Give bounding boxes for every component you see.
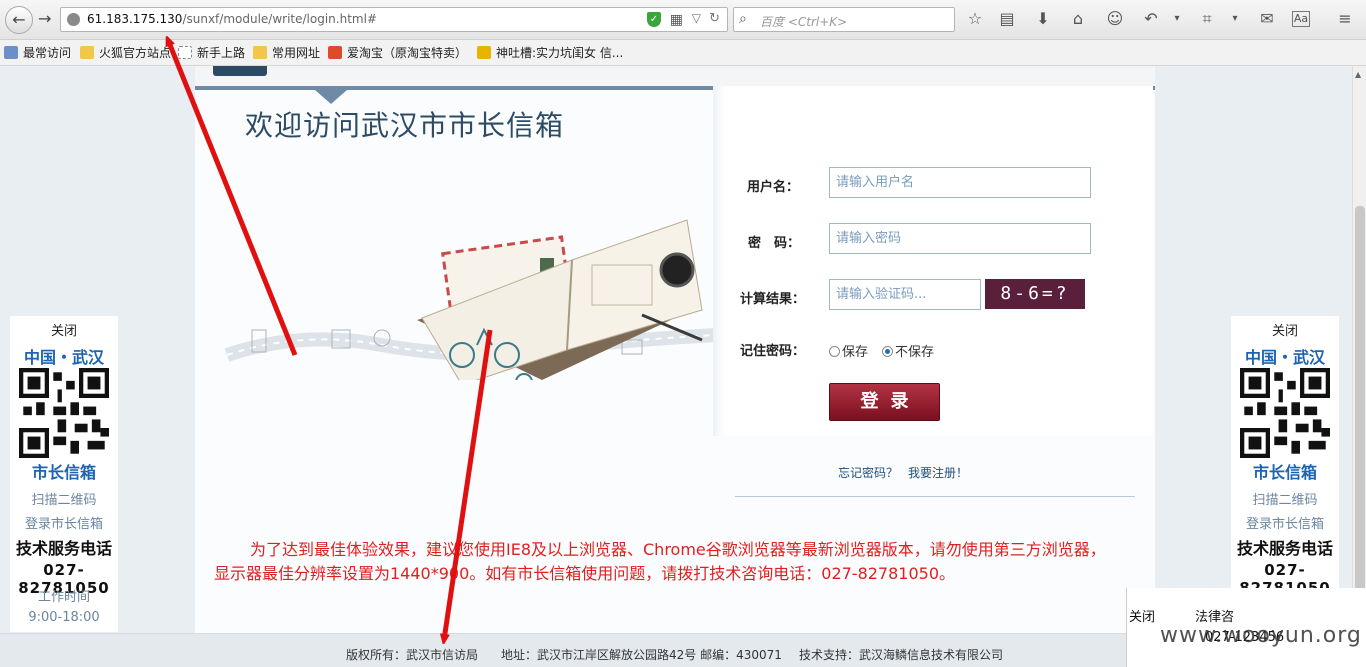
float-tech-label: 技术服务电话: [15, 539, 112, 558]
remember-yes-radio[interactable]: 保存: [829, 341, 868, 360]
browser-toolbar: ← → 61.183.175.130/sunxf/module/write/lo…: [0, 0, 1366, 40]
home-icon[interactable]: ⌂: [1067, 8, 1089, 30]
chat-icon[interactable]: ☺: [1104, 8, 1126, 30]
qr-code: [19, 368, 109, 458]
float-title: 市长信箱: [31, 463, 96, 482]
popup-close-button[interactable]: 关闭: [1129, 606, 1155, 625]
s-icon: [477, 46, 491, 59]
scrollbar[interactable]: ▲ ▼: [1352, 66, 1366, 667]
bookmark-item[interactable]: 新手上路: [178, 44, 245, 62]
account-links: 忘记密码？ 我要注册！: [838, 464, 978, 481]
search-icon: ⌕: [739, 11, 747, 27]
forgot-password-link[interactable]: 忘记密码？: [838, 466, 898, 480]
menu-icon[interactable]: ≡: [1334, 8, 1356, 30]
welcome-title: 欢迎访问武汉市市长信箱: [245, 109, 565, 142]
float-title: 市长信箱: [1252, 463, 1317, 482]
download-icon[interactable]: ⬇: [1032, 8, 1054, 30]
password-input[interactable]: 请输入密码: [829, 223, 1091, 254]
bookmark-item[interactable]: 常用网址: [253, 44, 320, 62]
bookmark-icon: [4, 46, 18, 59]
chevron-down-icon[interactable]: ▽: [692, 11, 701, 25]
undo-icon[interactable]: ↶: [1140, 8, 1162, 30]
url-bar[interactable]: 61.183.175.130/sunxf/module/write/login.…: [60, 7, 728, 32]
float-scan-text: 扫描二维码: [1252, 493, 1318, 508]
bookmark-item[interactable]: 爱淘宝（原淘宝特卖）: [328, 44, 467, 62]
crop-icon[interactable]: ⌗: [1196, 8, 1218, 30]
bookmarks-bar: 最常访问 火狐官方站点 新手上路 常用网址 爱淘宝（原淘宝特卖） 神吐槽:实力坑…: [0, 40, 1366, 66]
qr-code: [1240, 368, 1330, 458]
right-float-box: 关闭 中国・武汉 市长信箱 扫描二维码 登录市长信箱 技术服务电话 027-82…: [1231, 316, 1339, 632]
reading-list-icon[interactable]: ▤: [996, 8, 1018, 30]
left-float-box: 关闭 中国・武汉 市长信箱 扫描二维码 登录市长信箱 技术服务电话 027-82…: [10, 316, 118, 632]
book-illustration: [224, 219, 718, 380]
star-icon[interactable]: ☆: [964, 8, 986, 30]
float-close-button[interactable]: 关闭: [10, 320, 118, 339]
footer-address: 地址：武汉市江岸区解放公园路42号 邮编：430071: [501, 648, 782, 662]
float-close-button[interactable]: 关闭: [1231, 320, 1339, 339]
float-login-text: 登录市长信箱: [1245, 517, 1324, 532]
shield-icon[interactable]: ✓: [647, 12, 661, 27]
float-scan-text: 扫描二维码: [31, 493, 97, 508]
qr-icon[interactable]: ▦: [670, 12, 683, 28]
folder-icon: [253, 46, 267, 59]
taobao-icon: [328, 46, 342, 59]
username-input[interactable]: 请输入用户名: [829, 167, 1091, 198]
header-logo: [213, 66, 267, 76]
scroll-up-icon[interactable]: ▲: [1355, 70, 1361, 79]
font-icon[interactable]: Aa: [1292, 11, 1310, 27]
folder-icon: [80, 46, 94, 59]
float-time-label: 工作时间: [37, 590, 90, 605]
message-icon[interactable]: ✉: [1256, 8, 1278, 30]
password-label: 密 码：: [748, 236, 801, 251]
header-notch: [315, 90, 347, 104]
divider: [735, 496, 1135, 497]
watermark: www.wooyun.org: [1160, 623, 1362, 648]
float-hours: 9:00-18:00: [28, 610, 100, 625]
bookmark-item[interactable]: 神吐槽:实力坑闺女 信...: [477, 44, 623, 62]
scroll-thumb[interactable]: [1355, 206, 1365, 646]
crop-dropdown-icon[interactable]: ▾: [1224, 8, 1246, 30]
bookmark-item[interactable]: 最常访问: [4, 44, 71, 62]
url-text: 61.183.175.130/sunxf/module/write/login.…: [87, 12, 377, 26]
forward-button[interactable]: →: [38, 9, 51, 28]
search-placeholder: 百度 <Ctrl+K>: [760, 15, 848, 29]
captcha-label: 计算结果：: [740, 292, 806, 307]
register-link[interactable]: 我要注册！: [908, 466, 968, 480]
username-label: 用户名：: [747, 180, 800, 195]
remember-no-radio[interactable]: 不保存: [882, 341, 934, 360]
undo-dropdown-icon[interactable]: ▾: [1166, 8, 1188, 30]
login-button[interactable]: 登录: [829, 383, 940, 421]
remember-label: 记住密码：: [740, 344, 806, 359]
page-icon: [178, 46, 192, 59]
captcha-image[interactable]: 8-6=?: [985, 279, 1085, 309]
float-tech-label: 技术服务电话: [1236, 539, 1333, 558]
radio-checked-icon: [882, 346, 893, 357]
search-box[interactable]: ⌕ 百度 <Ctrl+K>: [733, 7, 955, 32]
back-button[interactable]: ←: [5, 6, 33, 34]
float-login-text: 登录市长信箱: [24, 517, 103, 532]
reload-icon[interactable]: ↻: [709, 11, 720, 26]
footer-support: 技术支持：武汉海鳞信息技术有限公司: [799, 648, 1004, 662]
radio-icon: [829, 346, 840, 357]
bookmark-item[interactable]: 火狐官方站点: [80, 44, 171, 62]
globe-icon: [67, 13, 80, 26]
footer-copyright: 版权所有：武汉市信访局: [346, 648, 479, 662]
browser-notice: 为了达到最佳体验效果，建议您使用IE8及以上浏览器、Chrome谷歌浏览器等最新…: [214, 540, 1106, 583]
captcha-input[interactable]: 请输入验证码...: [829, 279, 981, 310]
